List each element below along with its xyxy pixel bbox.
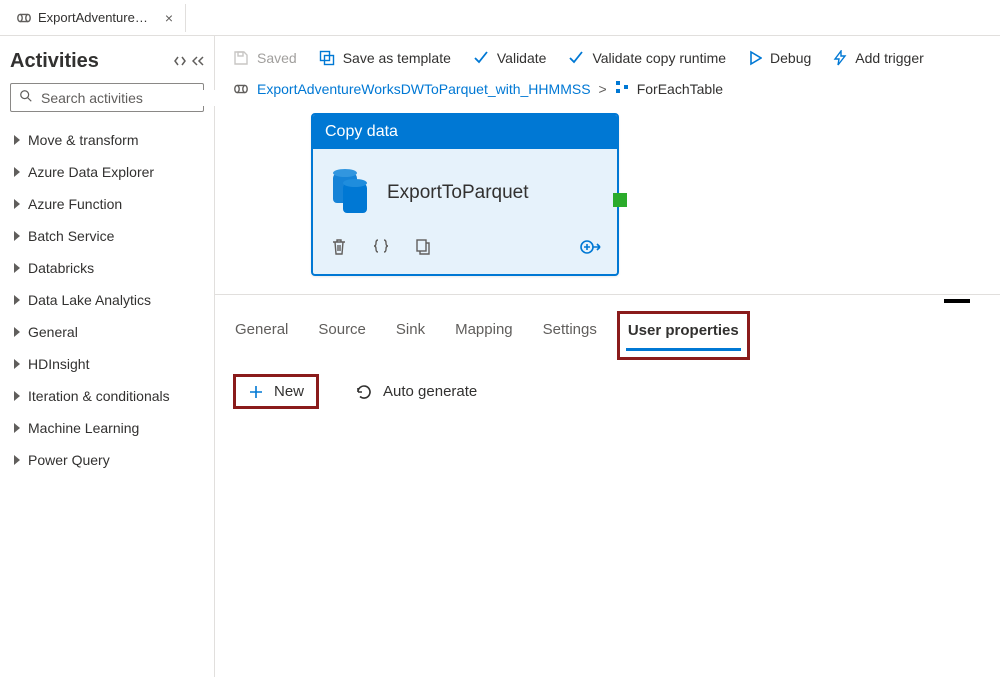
- chevron-right-icon: [14, 391, 20, 401]
- activity-type-label: Copy data: [313, 115, 617, 149]
- validate-copy-runtime-button[interactable]: Validate copy runtime: [568, 50, 726, 66]
- tree-item-label: HDInsight: [28, 356, 89, 372]
- tree-item-label: General: [28, 324, 78, 340]
- tree-item-label: Machine Learning: [28, 420, 139, 436]
- save-as-template-button[interactable]: Save as template: [319, 50, 451, 66]
- tree-item-label: Batch Service: [28, 228, 114, 244]
- tree-item[interactable]: Databricks: [10, 254, 204, 282]
- chevron-right-icon: [14, 295, 20, 305]
- tree-item[interactable]: Machine Learning: [10, 414, 204, 442]
- chevron-right-icon: [14, 327, 20, 337]
- tree-item[interactable]: Data Lake Analytics: [10, 286, 204, 314]
- tree-item[interactable]: HDInsight: [10, 350, 204, 378]
- sidebar-title: Activities: [10, 50, 99, 73]
- chevron-right-icon: [14, 359, 20, 369]
- tree-item-label: Databricks: [28, 260, 94, 276]
- pipeline-icon: [233, 81, 249, 97]
- tab-general[interactable]: General: [233, 315, 290, 358]
- chevron-right-icon: [14, 199, 20, 209]
- sidebar-collapse-icon[interactable]: [192, 54, 204, 70]
- chevron-right-icon: [14, 423, 20, 433]
- editor-tab[interactable]: ExportAdventureW... ×: [6, 4, 186, 32]
- breadcrumb-separator: >: [599, 81, 607, 97]
- pipeline-icon: [16, 10, 32, 26]
- database-copy-icon: [329, 173, 369, 213]
- tab-settings[interactable]: Settings: [541, 315, 599, 358]
- chevron-right-icon: [14, 455, 20, 465]
- search-input[interactable]: [41, 90, 222, 106]
- new-property-button[interactable]: New: [233, 374, 319, 409]
- editor-tab-title: ExportAdventureW...: [38, 10, 157, 25]
- chevron-right-icon: [14, 231, 20, 241]
- add-output-icon[interactable]: [579, 237, 603, 260]
- tree-item-label: Data Lake Analytics: [28, 292, 151, 308]
- tree-item[interactable]: General: [10, 318, 204, 346]
- search-icon: [19, 89, 33, 106]
- saved-indicator: Saved: [233, 50, 297, 66]
- tree-item[interactable]: Power Query: [10, 446, 204, 474]
- breadcrumb: ExportAdventureWorksDWToParquet_with_HHM…: [215, 76, 1000, 113]
- tree-item[interactable]: Move & transform: [10, 126, 204, 154]
- success-output-port[interactable]: [613, 193, 627, 207]
- chevron-right-icon: [14, 167, 20, 177]
- tree-item[interactable]: Iteration & conditionals: [10, 382, 204, 410]
- activities-sidebar: Activities Move & transform Az: [0, 36, 215, 677]
- foreach-icon: [615, 80, 629, 97]
- canvas-area: Saved Save as template Validate Validate…: [215, 36, 1000, 677]
- properties-panel: General Source Sink Mapping Settings Use…: [215, 294, 1000, 425]
- code-braces-icon[interactable]: [371, 237, 391, 260]
- search-activities[interactable]: [10, 83, 204, 112]
- tab-mapping[interactable]: Mapping: [453, 315, 515, 358]
- delete-icon[interactable]: [329, 237, 349, 260]
- tree-item[interactable]: Batch Service: [10, 222, 204, 250]
- tab-sink[interactable]: Sink: [394, 315, 427, 358]
- tree-item-label: Move & transform: [28, 132, 138, 148]
- add-trigger-button[interactable]: Add trigger: [833, 50, 923, 66]
- tree-item-label: Azure Function: [28, 196, 122, 212]
- activity-name: ExportToParquet: [387, 182, 529, 204]
- breadcrumb-child: ForEachTable: [637, 81, 723, 97]
- chevron-right-icon: [14, 263, 20, 273]
- tree-item[interactable]: Azure Data Explorer: [10, 158, 204, 186]
- tab-user-properties[interactable]: User properties: [626, 316, 741, 351]
- breadcrumb-root[interactable]: ExportAdventureWorksDWToParquet_with_HHM…: [257, 81, 591, 97]
- annotation-highlight: User properties: [617, 311, 750, 360]
- copy-data-activity[interactable]: Copy data ExportToParquet: [311, 113, 619, 276]
- tab-source[interactable]: Source: [316, 315, 368, 358]
- close-icon[interactable]: ×: [163, 11, 175, 25]
- panel-tabs: General Source Sink Mapping Settings Use…: [215, 303, 1000, 358]
- panel-resize-handle[interactable]: [944, 299, 970, 303]
- activity-tree: Move & transform Azure Data Explorer Azu…: [10, 126, 204, 474]
- tree-item-label: Iteration & conditionals: [28, 388, 170, 404]
- editor-tabbar: ExportAdventureW... ×: [0, 0, 1000, 36]
- tree-item[interactable]: Azure Function: [10, 190, 204, 218]
- auto-generate-button[interactable]: Auto generate: [343, 377, 489, 407]
- tree-item-label: Azure Data Explorer: [28, 164, 154, 180]
- debug-button[interactable]: Debug: [748, 50, 811, 66]
- validate-button[interactable]: Validate: [473, 50, 547, 66]
- pipeline-toolbar: Saved Save as template Validate Validate…: [215, 36, 1000, 76]
- tree-item-label: Power Query: [28, 452, 110, 468]
- chevron-right-icon: [14, 135, 20, 145]
- sidebar-expand-icon[interactable]: [174, 54, 186, 70]
- copy-icon[interactable]: [413, 237, 433, 260]
